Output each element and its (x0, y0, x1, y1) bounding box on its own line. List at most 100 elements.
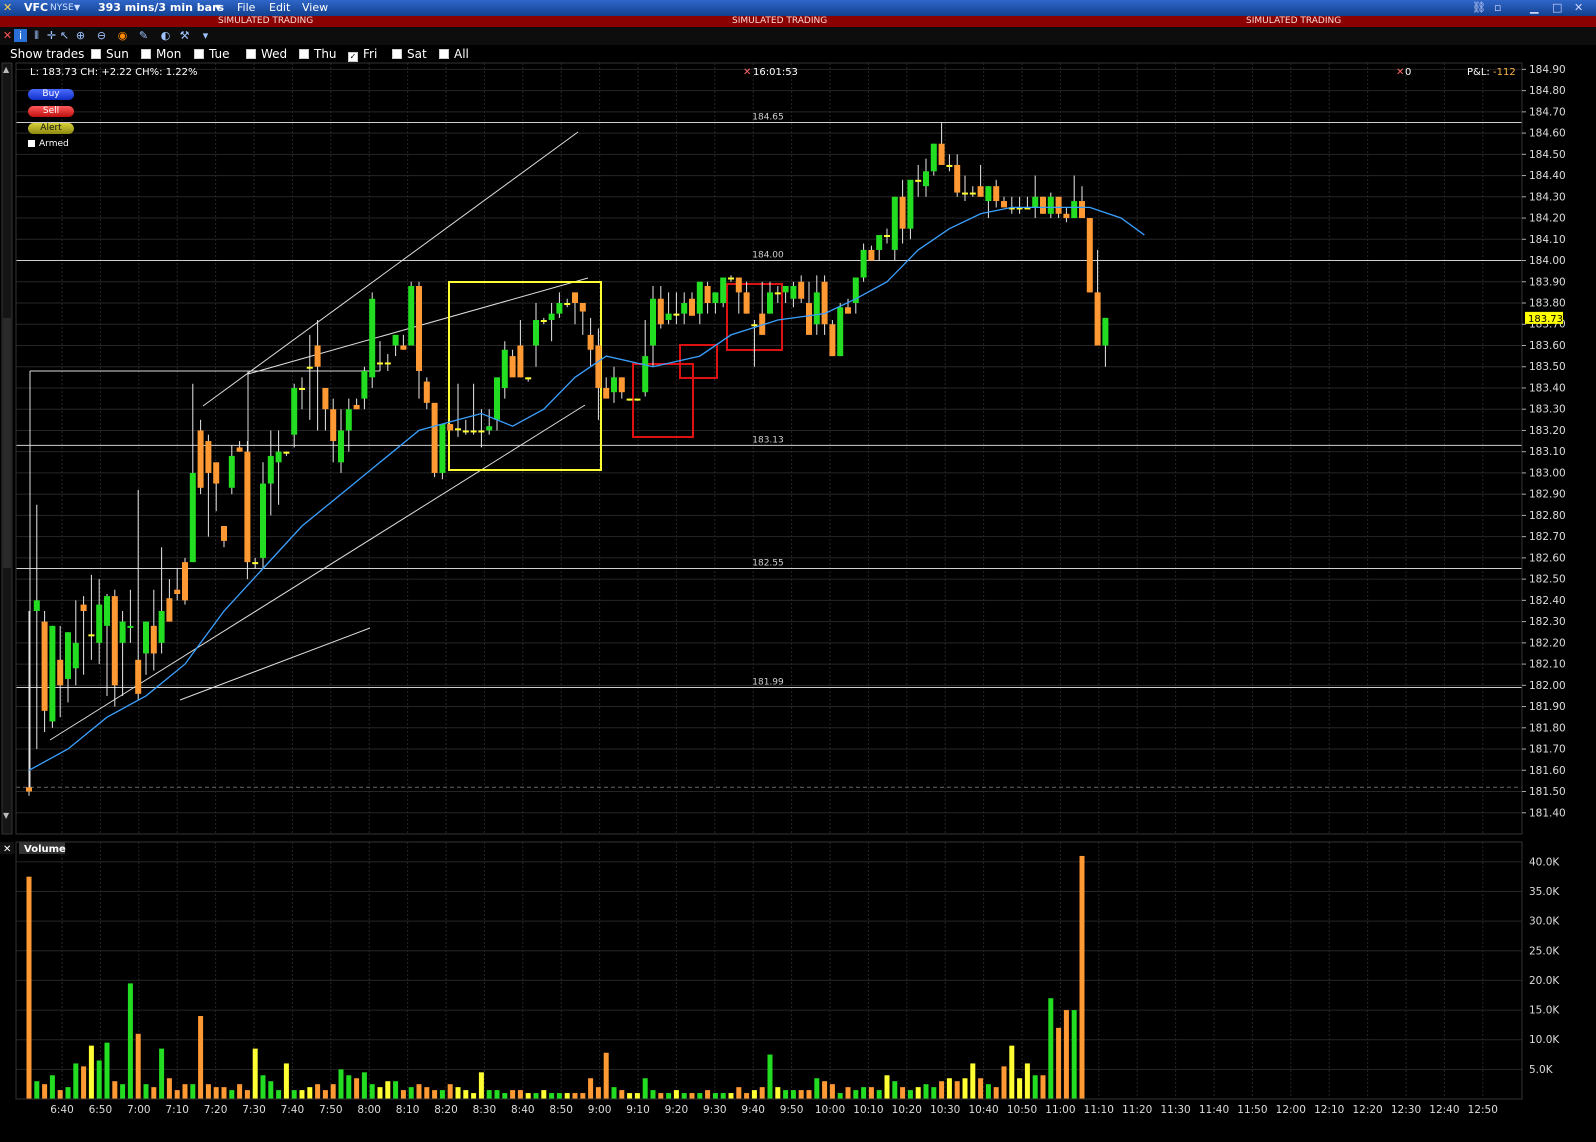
volume-bar[interactable] (595, 1087, 601, 1099)
volume-bar[interactable] (900, 1087, 906, 1099)
volume-bar[interactable] (190, 1084, 196, 1099)
candle-body[interactable] (88, 634, 95, 637)
volume-bar[interactable] (541, 1090, 547, 1099)
candle-body[interactable] (166, 598, 173, 622)
candle-body[interactable] (267, 455, 274, 484)
volume-bar[interactable] (361, 1072, 367, 1099)
candle-body[interactable] (361, 370, 368, 399)
candle-body[interactable] (634, 398, 641, 401)
candle-body[interactable] (322, 387, 329, 410)
volume-bar[interactable] (96, 1060, 102, 1099)
candle-body[interactable] (213, 462, 220, 484)
volume-bar[interactable] (385, 1081, 391, 1099)
volume-bar[interactable] (439, 1090, 445, 1099)
day-checkbox-all[interactable]: All (439, 46, 469, 63)
volume-bar[interactable] (650, 1090, 656, 1099)
volume-bar[interactable] (814, 1078, 820, 1099)
candle-body[interactable] (338, 430, 344, 463)
volume-bar[interactable] (993, 1087, 999, 1099)
candle-body[interactable] (143, 621, 149, 654)
zoom-in-icon[interactable]: ⊕ (74, 29, 87, 42)
menu-file[interactable]: File (237, 0, 255, 16)
candle-body[interactable] (845, 307, 851, 314)
volume-bar[interactable] (556, 1093, 562, 1099)
volume-bar[interactable] (697, 1093, 703, 1099)
crosshair-icon[interactable]: ✛ (45, 29, 58, 42)
volume-bar[interactable] (915, 1087, 921, 1099)
candle-body[interactable] (790, 286, 797, 299)
symbol-label[interactable]: VFC (24, 0, 48, 16)
candle-body[interactable] (930, 143, 937, 172)
candle-body[interactable] (782, 286, 789, 293)
volume-bar[interactable] (728, 1093, 734, 1099)
checkbox-icon[interactable] (28, 140, 35, 147)
volume-bar[interactable] (88, 1045, 94, 1099)
candle-body[interactable] (1094, 292, 1101, 346)
candle-body[interactable] (174, 589, 181, 594)
volume-bar[interactable] (751, 1090, 757, 1099)
candle-body[interactable] (260, 483, 266, 558)
candle-body[interactable] (938, 143, 945, 165)
candle-body[interactable] (743, 292, 750, 314)
candle-body[interactable] (860, 249, 867, 278)
volume-bar[interactable] (806, 1090, 812, 1099)
volume-bar[interactable] (432, 1090, 438, 1099)
candle-body[interactable] (611, 377, 617, 393)
candle-body[interactable] (891, 196, 898, 250)
volume-bar[interactable] (42, 1084, 48, 1099)
volume-bar[interactable] (322, 1090, 328, 1099)
volume-bar[interactable] (229, 1090, 235, 1099)
volume-bar[interactable] (931, 1087, 937, 1099)
candle-body[interactable] (447, 424, 454, 431)
volume-bar[interactable] (268, 1081, 274, 1099)
volume-bar[interactable] (946, 1078, 952, 1099)
volume-bar[interactable] (564, 1093, 570, 1099)
minimize-icon[interactable]: ▁ (1530, 0, 1538, 16)
candle-body[interactable] (540, 320, 547, 322)
candle-body[interactable] (915, 179, 922, 182)
volume-bar[interactable] (502, 1093, 508, 1099)
candle-body[interactable] (642, 356, 649, 393)
volume-bar[interactable] (486, 1090, 492, 1099)
candle-body[interactable] (111, 596, 118, 686)
volume-bar[interactable] (26, 876, 32, 1099)
volume-bar[interactable] (744, 1093, 750, 1099)
volume-bar[interactable] (283, 1063, 289, 1099)
day-checkbox-mon[interactable]: Mon (141, 46, 181, 63)
draw-icon[interactable]: ✎ (137, 29, 150, 42)
bar-setting-dropdown[interactable]: 393 mins/3 min bars (98, 0, 224, 16)
volume-bar[interactable] (237, 1084, 243, 1099)
candle-body[interactable] (244, 451, 251, 563)
candle-body[interactable] (1001, 201, 1007, 208)
volume-bar[interactable] (705, 1090, 711, 1099)
candle-body[interactable] (681, 303, 688, 314)
volume-bar[interactable] (346, 1075, 352, 1099)
volume-bar[interactable] (767, 1054, 773, 1099)
candle-body[interactable] (899, 196, 906, 229)
volume-bar[interactable] (81, 1066, 87, 1099)
volume-bar[interactable] (829, 1084, 835, 1099)
candle-body[interactable] (205, 441, 212, 473)
chevron-down-icon[interactable]: ▼ (74, 0, 80, 16)
checkbox-icon[interactable] (299, 49, 309, 59)
candle-body[interactable] (728, 277, 734, 280)
volume-bar[interactable] (588, 1078, 594, 1099)
candle-body[interactable] (579, 303, 586, 312)
volume-bar[interactable] (1009, 1045, 1015, 1099)
candle-body[interactable] (993, 186, 1000, 202)
candle-body[interactable] (150, 625, 157, 654)
candle-body[interactable] (353, 404, 360, 410)
volume-bar[interactable] (619, 1090, 625, 1099)
volume-bar[interactable] (354, 1078, 360, 1099)
chevron-down-icon[interactable]: ▾ (199, 29, 212, 42)
scroll-up-icon[interactable]: ▲ (3, 65, 10, 74)
candle-body[interactable] (57, 659, 64, 686)
checkbox-icon[interactable] (246, 49, 256, 59)
candle-body[interactable] (369, 298, 376, 378)
volume-bar[interactable] (658, 1093, 664, 1099)
volume-bar[interactable] (1071, 1010, 1077, 1099)
volume-bar[interactable] (876, 1090, 882, 1099)
candle-body[interactable] (946, 164, 953, 167)
candle-body[interactable] (767, 292, 773, 314)
chart-canvas[interactable]: 184.65 184.00 183.13 182.55 181.99 184.90 184… (0, 62, 1596, 1142)
